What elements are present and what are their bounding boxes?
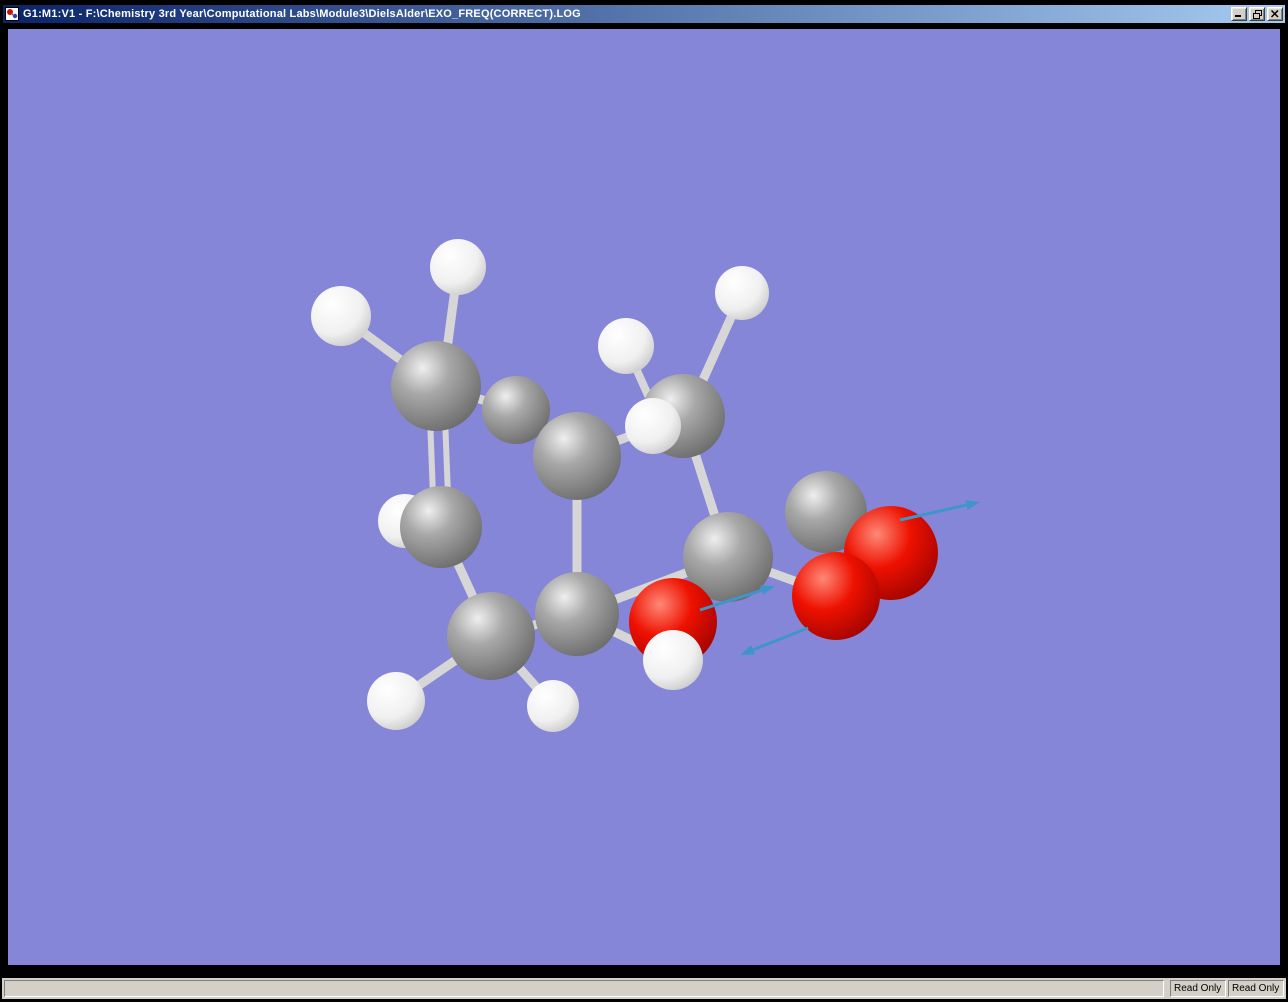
minimize-button[interactable]: [1231, 7, 1247, 21]
atom-H[interactable]: [598, 318, 654, 374]
atom-H[interactable]: [625, 398, 681, 454]
atom-H[interactable]: [311, 286, 371, 346]
status-bar: Read Only Read Only: [2, 978, 1286, 999]
minimize-icon: [1235, 15, 1241, 17]
atom-C[interactable]: [391, 341, 481, 431]
displacement-vector-head: [760, 585, 775, 596]
app-icon: [5, 7, 19, 21]
molecule-canvas[interactable]: [8, 29, 1280, 965]
atom-H[interactable]: [715, 266, 769, 320]
atom-C[interactable]: [535, 572, 619, 656]
status-readonly-badge-1: Read Only: [1170, 980, 1226, 997]
status-panel-main: [4, 980, 1164, 997]
restore-icon: [1252, 9, 1262, 19]
displacement-vector-head: [965, 500, 980, 510]
atom-C[interactable]: [447, 592, 535, 680]
displacement-vector-head: [740, 645, 755, 655]
atom-C[interactable]: [533, 412, 621, 500]
atom-H[interactable]: [367, 672, 425, 730]
close-icon: [1271, 10, 1279, 18]
atom-C[interactable]: [400, 486, 482, 568]
window-title: G1:M1:V1 - F:\Chemistry 3rd Year\Computa…: [23, 8, 581, 20]
status-readonly-badge-2: Read Only: [1228, 980, 1284, 997]
displacement-vector: [752, 626, 809, 652]
atom-H[interactable]: [527, 680, 579, 732]
atom-H[interactable]: [643, 630, 703, 690]
atom-H[interactable]: [430, 239, 486, 295]
title-bar[interactable]: G1:M1:V1 - F:\Chemistry 3rd Year\Computa…: [3, 5, 1285, 23]
molecule-viewport[interactable]: [8, 29, 1280, 965]
window-controls: [1231, 7, 1283, 21]
close-button[interactable]: [1267, 7, 1283, 21]
restore-button[interactable]: [1249, 7, 1265, 21]
atom-O[interactable]: [792, 552, 880, 640]
